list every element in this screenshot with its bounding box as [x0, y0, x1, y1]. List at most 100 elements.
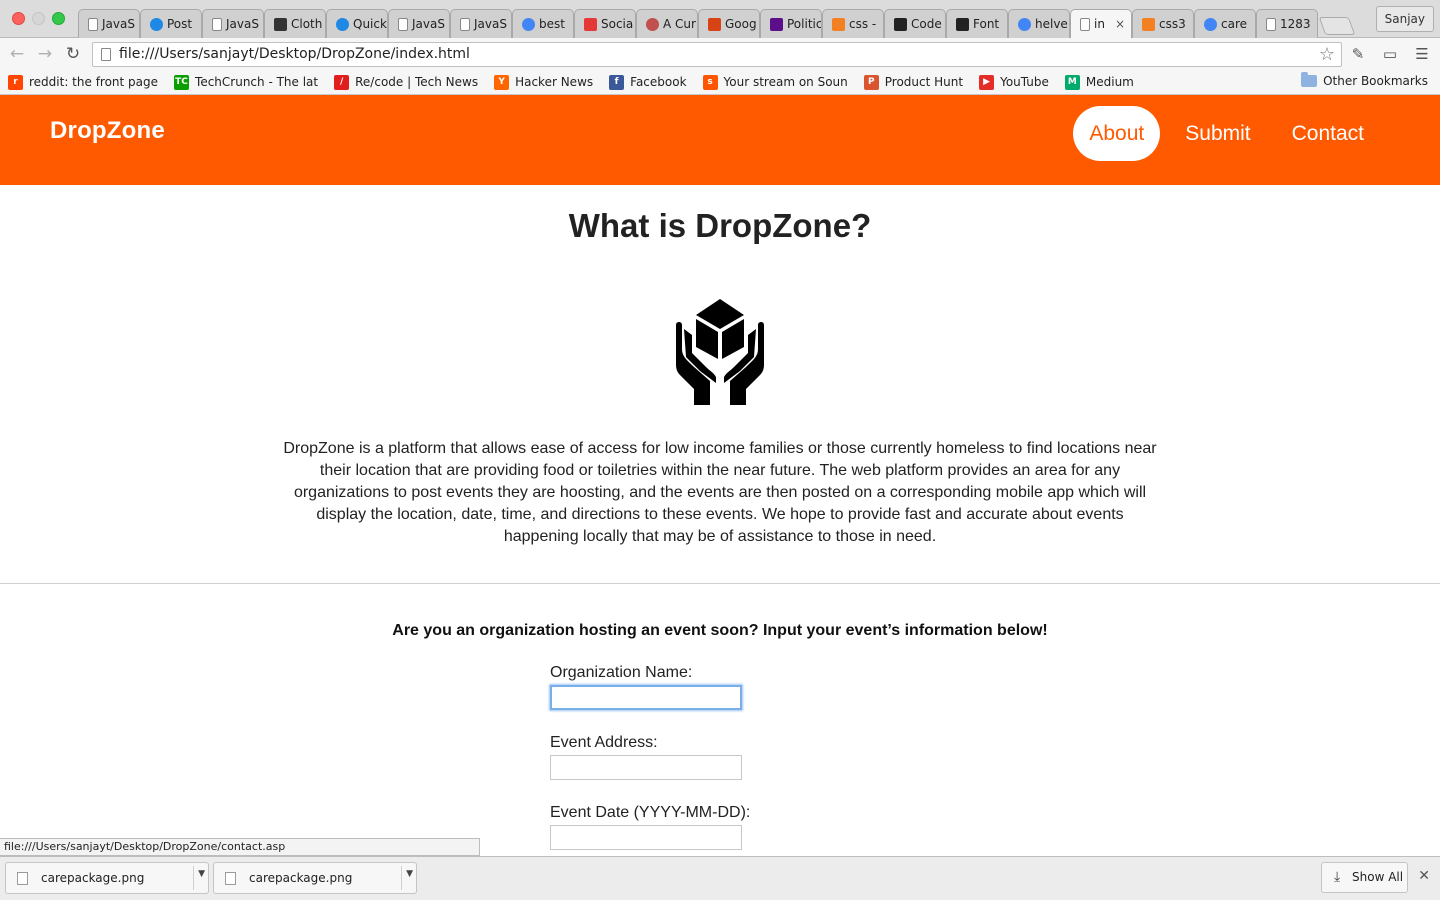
google-favicon-icon: [522, 17, 535, 31]
bookmark-item[interactable]: M Medium: [1064, 74, 1134, 90]
browser-tab[interactable]: helve: [1008, 9, 1070, 38]
page-favicon-icon: [212, 17, 222, 31]
window-close-button[interactable]: [12, 12, 25, 25]
show-all-downloads-button[interactable]: ⤓ Show All: [1321, 862, 1408, 893]
new-tab-button[interactable]: [1318, 17, 1356, 35]
browser-tab[interactable]: Font: [946, 9, 1008, 38]
browser-tab[interactable]: Politic: [760, 9, 822, 38]
event-address-input[interactable]: [550, 755, 742, 780]
bookmark-label: TechCrunch - The lat: [195, 75, 319, 89]
organization-label: Organization Name:: [550, 664, 693, 681]
bookmark-star-icon[interactable]: ☆: [1319, 44, 1335, 65]
browser-tab[interactable]: JavaS: [202, 9, 264, 38]
site-nav: About Submit Contact: [1064, 106, 1380, 161]
codepen-favicon-icon: [894, 17, 907, 31]
bookmark-item[interactable]: r reddit: the front page: [8, 74, 159, 90]
browser-tab[interactable]: Post: [140, 9, 202, 38]
browser-tab[interactable]: Cloth: [264, 9, 326, 38]
download-item[interactable]: carepackage.png ▼: [213, 862, 417, 894]
bookmark-item[interactable]: TC TechCrunch - The lat: [174, 74, 319, 90]
tab-title: Post: [167, 17, 193, 31]
download-item[interactable]: carepackage.png ▼: [5, 862, 209, 894]
address-bar[interactable]: file:///Users/sanjayt/Desktop/DropZone/i…: [92, 42, 1342, 67]
date-field: Event Date (YYYY-MM-DD):: [550, 804, 750, 850]
bookmark-item[interactable]: f Facebook: [609, 74, 687, 90]
bookmark-item[interactable]: Y Hacker News: [494, 74, 593, 90]
nav-about-link[interactable]: About: [1073, 106, 1161, 161]
grid-favicon-icon: [584, 17, 597, 31]
browser-tab[interactable]: Socia: [574, 9, 636, 38]
bookmark-item[interactable]: / Re/code | Tech News: [334, 74, 478, 90]
stack-favicon-icon: [1142, 17, 1155, 31]
event-date-input[interactable]: [550, 825, 742, 850]
browser-tab[interactable]: JavaS: [450, 9, 512, 38]
google-favicon-icon: [1204, 17, 1217, 31]
download-shelf: carepackage.png ▼ carepackage.png ▼ ⤓ Sh…: [0, 856, 1440, 900]
bookmark-item[interactable]: P Product Hunt: [863, 74, 963, 90]
tab-title: Politic: [787, 17, 822, 31]
bookmark-label: Your stream on Soun: [723, 75, 848, 89]
cast-icon[interactable]: ▭: [1380, 45, 1400, 63]
tab-title: Cloth: [291, 17, 323, 31]
page-favicon-icon: [1080, 17, 1090, 31]
site-header: DropZone About Submit Contact: [0, 95, 1440, 185]
bookmark-favicon-icon: M: [1064, 74, 1080, 90]
bookmark-item[interactable]: s Your stream on Soun: [702, 74, 848, 90]
page-icon: [101, 48, 111, 61]
page-favicon-icon: [88, 17, 98, 31]
browser-tab[interactable]: in ×: [1070, 9, 1132, 38]
cup-favicon-icon: [274, 17, 287, 31]
browser-tab[interactable]: care: [1194, 9, 1256, 38]
chevron-down-icon[interactable]: ▼: [406, 869, 413, 879]
window-minimize-button[interactable]: [32, 12, 45, 25]
other-bookmarks[interactable]: Other Bookmarks: [1301, 72, 1428, 88]
tab-close-icon[interactable]: ×: [1115, 17, 1125, 31]
eyedropper-extension-icon[interactable]: ✎: [1348, 45, 1368, 63]
tab-title: Socia: [601, 17, 634, 31]
site-logo-text[interactable]: DropZone: [50, 117, 165, 145]
square-favicon-icon: [708, 17, 721, 31]
tab-title: 1283: [1280, 17, 1311, 31]
profile-button[interactable]: Sanjay: [1375, 6, 1434, 32]
p-circle-favicon-icon: [336, 17, 349, 31]
back-arrow-icon[interactable]: ←: [6, 43, 28, 65]
date-label: Event Date (YYYY-MM-DD):: [550, 804, 751, 821]
reload-icon[interactable]: ↻: [62, 43, 84, 65]
close-icon[interactable]: ✕: [1418, 868, 1430, 884]
browser-tab[interactable]: JavaS: [78, 9, 140, 38]
file-icon: [17, 872, 28, 885]
bookmark-item[interactable]: ▶ YouTube: [979, 74, 1049, 90]
page-favicon-icon: [1266, 17, 1276, 31]
tab-title: best: [539, 17, 565, 31]
bookmark-label: YouTube: [1000, 75, 1049, 89]
browser-tab[interactable]: css -: [822, 9, 884, 38]
download-filename: carepackage.png: [41, 871, 145, 885]
menu-icon[interactable]: ☰: [1412, 45, 1432, 63]
nav-submit-link[interactable]: Submit: [1169, 106, 1266, 161]
browser-tabstrip: JavaS Post JavaS Cloth Quick JavaS JavaS best So…: [0, 0, 1440, 38]
browser-tab[interactable]: A Cur: [636, 9, 698, 38]
address-url[interactable]: file:///Users/sanjayt/Desktop/DropZone/i…: [119, 46, 470, 62]
stack-favicon-icon: [832, 17, 845, 31]
browser-tab[interactable]: 1283: [1256, 9, 1318, 38]
bookmark-favicon-icon: Y: [494, 74, 510, 90]
download-separator: [401, 866, 402, 890]
browser-tab[interactable]: css3: [1132, 9, 1194, 38]
window-zoom-button[interactable]: [52, 12, 65, 25]
bookmark-favicon-icon: r: [8, 74, 23, 90]
diamond-favicon-icon: [956, 17, 969, 31]
address-field: Event Address:: [550, 734, 742, 780]
browser-tab[interactable]: JavaS: [388, 9, 450, 38]
bookmark-label: reddit: the front page: [29, 75, 159, 89]
bookmark-favicon-icon: /: [334, 74, 350, 90]
browser-tab[interactable]: Code: [884, 9, 946, 38]
browser-tab[interactable]: Quick: [326, 9, 388, 38]
organization-name-input[interactable]: [550, 685, 742, 710]
nav-contact-link[interactable]: Contact: [1276, 106, 1380, 161]
forward-arrow-icon[interactable]: →: [34, 43, 56, 65]
browser-tab[interactable]: Goog: [698, 9, 760, 38]
chevron-down-icon[interactable]: ▼: [198, 869, 205, 879]
browser-tab[interactable]: best: [512, 9, 574, 38]
file-icon: [225, 872, 236, 885]
p-circle-favicon-icon: [150, 17, 163, 31]
